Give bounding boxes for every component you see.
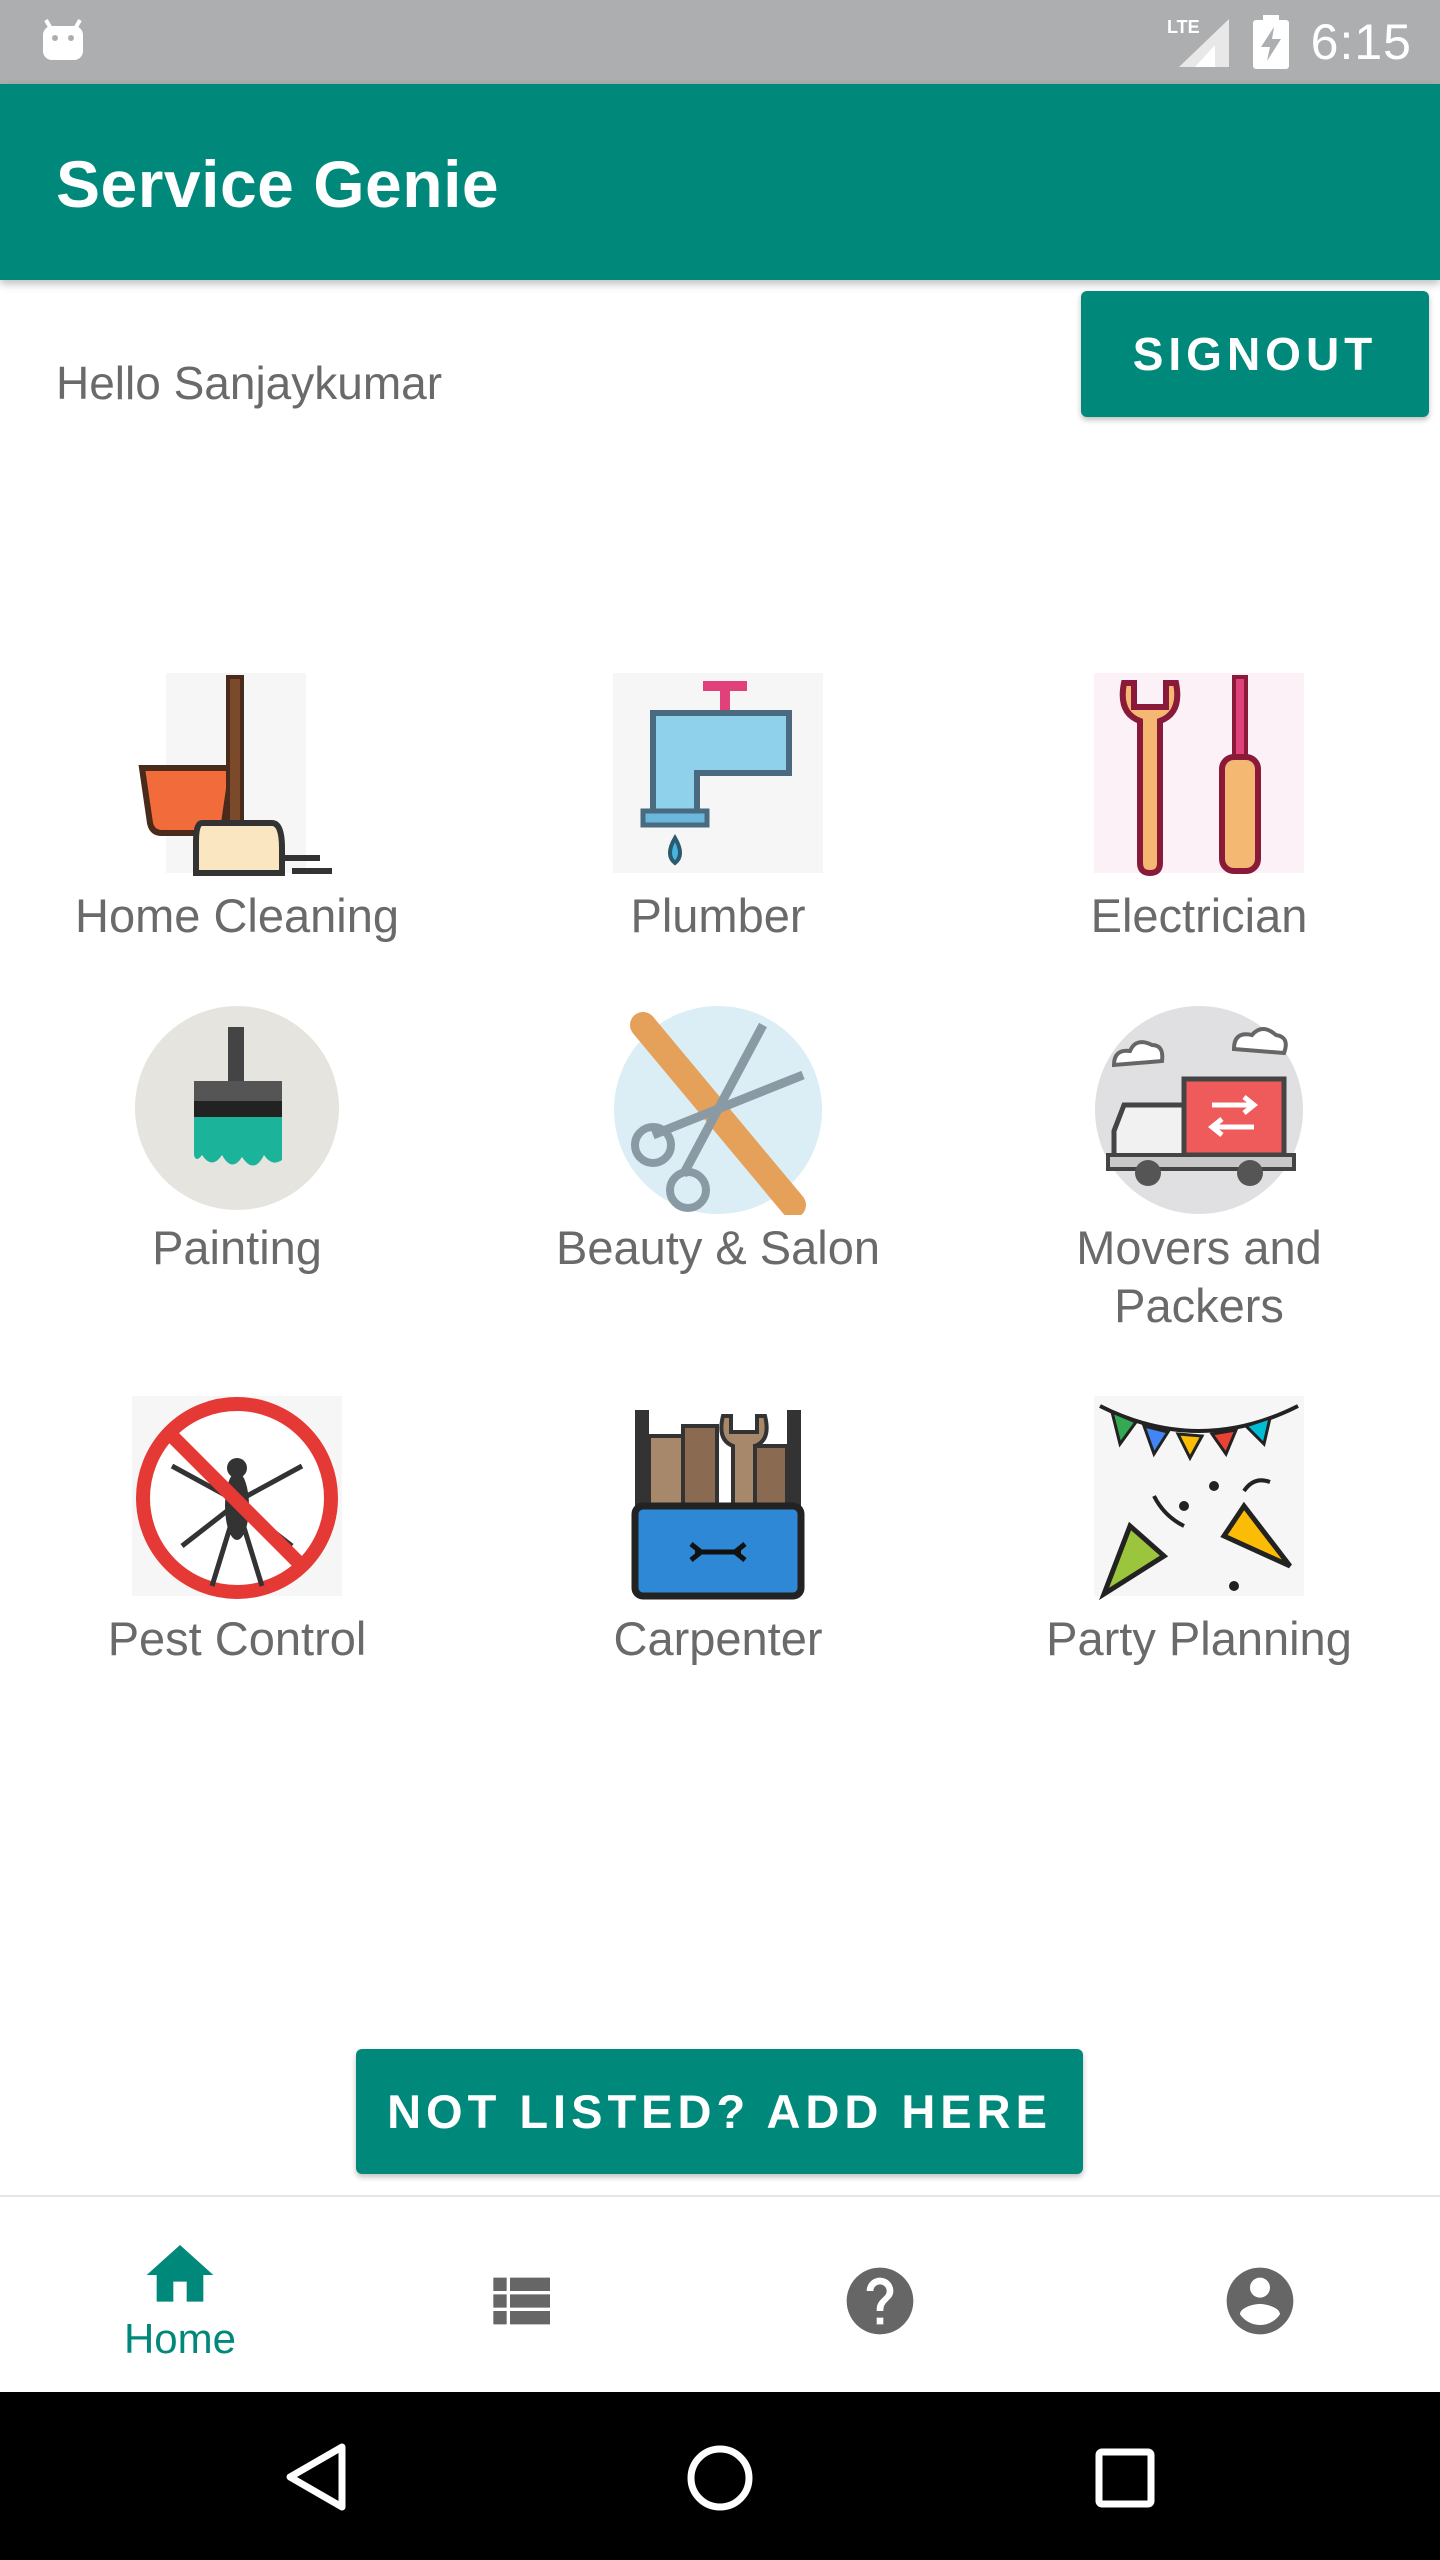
list-icon (493, 2277, 550, 2325)
back-icon[interactable] (282, 2442, 350, 2512)
bottom-navigation: Home (0, 2195, 1440, 2394)
service-tile-party-planning[interactable]: Party Planning (989, 1396, 1409, 1668)
service-label: Movers and Packers (1076, 1221, 1322, 1332)
service-label: Electrician (1090, 889, 1308, 942)
plumber-icon (613, 673, 823, 873)
beauty-salon-icon (614, 1006, 822, 1215)
status-time: 6:15 (1310, 14, 1412, 70)
painting-icon (135, 1006, 339, 1210)
electrician-icon (1094, 673, 1304, 877)
android-icon (43, 19, 83, 60)
greeting-text: Hello Sanjaykumar (56, 357, 443, 409)
service-label: Pest Control (107, 1612, 367, 1665)
service-tile-painting[interactable]: Painting (27, 1005, 447, 1277)
help-icon (846, 2267, 914, 2335)
service-label: Painting (152, 1221, 322, 1274)
battery-charging-icon (1252, 15, 1289, 69)
service-label: Carpenter (613, 1612, 823, 1665)
home-icon (146, 2245, 214, 2302)
nav-item-list[interactable] (360, 2197, 720, 2394)
service-tile-electrician[interactable]: Electrician (989, 673, 1409, 945)
service-tile-movers-packers[interactable]: Movers and Packers (989, 1005, 1409, 1335)
add-service-button[interactable]: NOT LISTED? ADD HERE (356, 2049, 1083, 2174)
carpenter-icon (631, 1410, 805, 1600)
service-tile-home-cleaning[interactable]: Home Cleaning (27, 673, 447, 945)
signal-icon: LTE (1167, 17, 1229, 67)
service-tile-pest-control[interactable]: Pest Control (27, 1396, 447, 1668)
recents-icon[interactable] (1095, 2448, 1155, 2508)
app-bar: Service Genie (0, 84, 1440, 280)
service-tile-beauty-salon[interactable]: Beauty & Salon (508, 1005, 928, 1277)
nav-label-home: Home (123, 2315, 237, 2362)
status-bar: LTE 6:15 (0, 0, 1440, 84)
app-title: Service Genie (56, 147, 500, 221)
service-label: Home Cleaning (75, 889, 399, 942)
signout-button[interactable]: SIGNOUT (1081, 291, 1429, 417)
service-label: Plumber (630, 889, 806, 942)
home-cleaning-icon (138, 673, 332, 876)
svg-text:LTE: LTE (1167, 17, 1200, 37)
movers-packers-icon (1095, 1006, 1303, 1214)
nav-item-account[interactable] (1080, 2197, 1440, 2394)
pest-control-icon (132, 1396, 342, 1599)
service-label: Beauty & Salon (556, 1221, 880, 1274)
nav-item-home[interactable]: Home (0, 2197, 360, 2394)
system-navigation-bar (0, 2392, 1440, 2560)
service-tile-plumber[interactable]: Plumber (508, 673, 928, 945)
party-planning-icon (1094, 1396, 1304, 1601)
nav-item-help[interactable] (720, 2197, 1080, 2394)
service-tile-carpenter[interactable]: Carpenter (508, 1396, 928, 1668)
home-circle-icon[interactable] (686, 2444, 754, 2512)
account-icon (1226, 2267, 1294, 2335)
service-label: Party Planning (1046, 1612, 1352, 1665)
